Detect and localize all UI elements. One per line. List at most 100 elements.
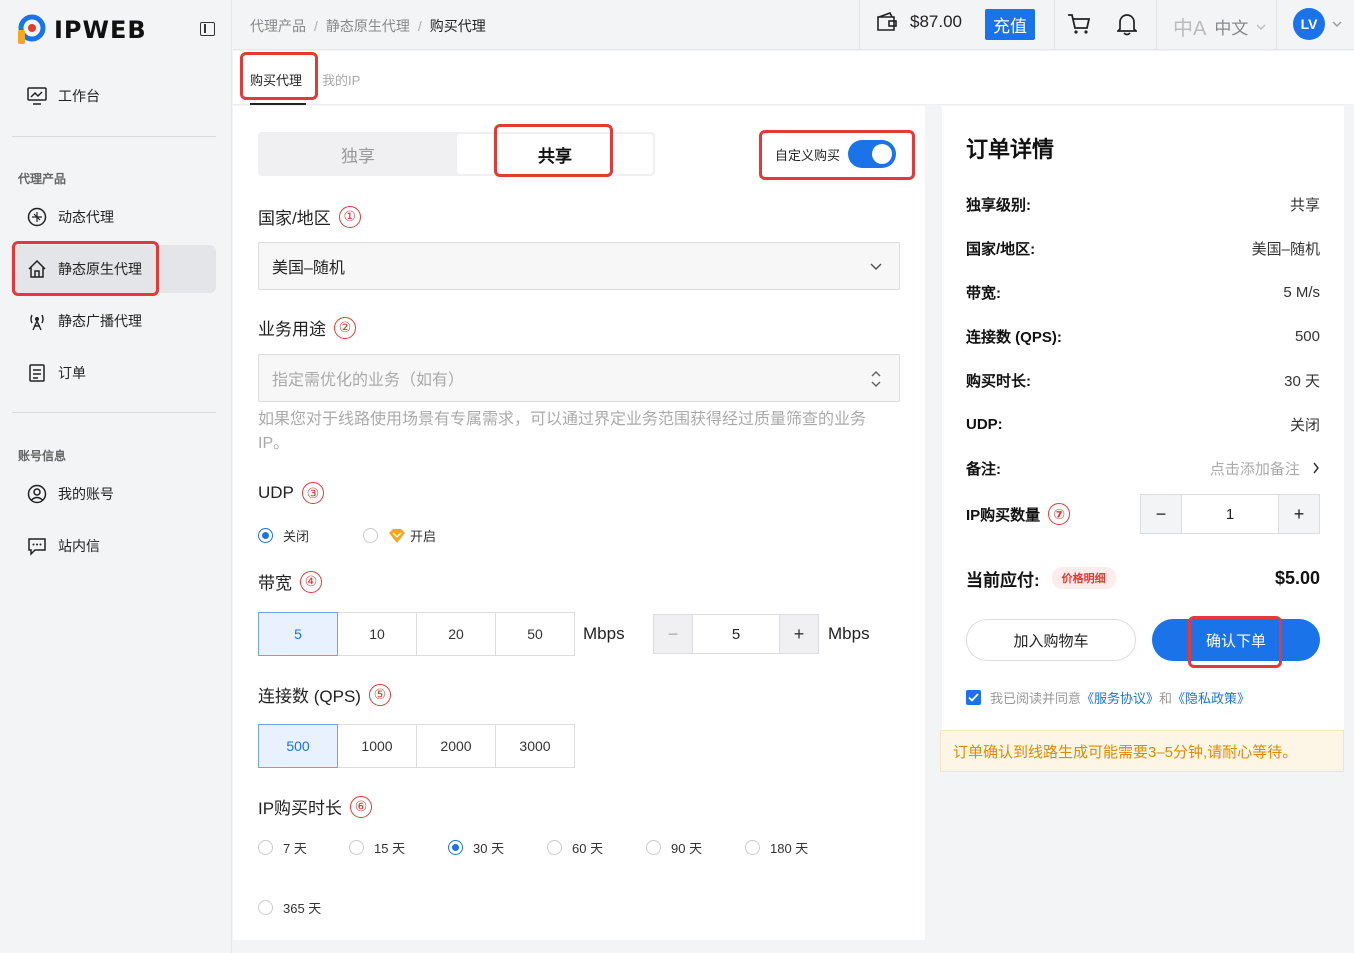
order-notice: 订单确认到线路生成可能需要3–5分钟,请耐心等待。 [940, 730, 1344, 772]
breadcrumb: 代理产品 / 静态原生代理 / 购买代理 [250, 18, 486, 34]
receipt-icon [26, 362, 48, 384]
custom-buy-switch[interactable] [848, 140, 897, 168]
duration-options: 7 天 15 天 30 天 60 天 90 天 180 天 [258, 838, 808, 857]
sidebar-item-dynamic-proxy[interactable]: 动态代理 [12, 193, 216, 241]
row-key: 国家/地区: [966, 240, 1036, 258]
sidebar-item-label: 我的账号 [58, 486, 114, 502]
balance-amount: $87.00 [910, 12, 962, 31]
diamond-icon [389, 528, 406, 543]
breadcrumb-item[interactable]: 代理产品 [250, 18, 306, 34]
tab-my-ip[interactable]: 我的IP [322, 70, 360, 89]
total-key: 当前应付: 价格明细 [966, 566, 1116, 591]
user-icon [26, 483, 48, 505]
sidebar-item-label: 站内信 [58, 538, 100, 554]
duration-radio[interactable] [547, 840, 562, 855]
bandwidth-options: 5 10 20 50 [258, 612, 575, 656]
quantity-decrement-button[interactable]: − [1140, 494, 1182, 534]
row-key: 连接数 (QPS): [966, 328, 1062, 346]
section-proxy-products: 代理产品 [18, 172, 67, 186]
duration-radio[interactable] [448, 840, 463, 855]
chevron-down-icon [1256, 24, 1266, 30]
collapse-sidebar-icon[interactable] [200, 22, 215, 36]
row-key: IP购买数量 ⑦ [966, 503, 1071, 525]
row-value: 共享 [1289, 196, 1320, 214]
translate-icon: 中A [1173, 18, 1207, 40]
duration-radio[interactable] [646, 840, 661, 855]
mode-segmented-control: 独享 共享 [258, 132, 655, 176]
cart-icon[interactable] [1067, 13, 1091, 35]
add-to-cart-button[interactable]: 加入购物车 [966, 619, 1136, 661]
price-detail-badge[interactable]: 价格明细 [1051, 567, 1116, 589]
row-key: 独享级别: [966, 196, 1031, 214]
mode-exclusive-button[interactable]: 独享 [260, 134, 456, 174]
country-label: 国家/地区 ① [258, 204, 361, 229]
bandwidth-increment-button[interactable]: + [779, 614, 819, 654]
recharge-button[interactable]: 充值 [985, 9, 1035, 40]
quantity-increment-button[interactable]: + [1278, 494, 1320, 534]
udp-on-radio[interactable] [363, 528, 379, 543]
qps-option[interactable]: 3000 [495, 724, 575, 768]
duration-radio[interactable] [258, 900, 273, 915]
duration-radio[interactable] [258, 840, 273, 855]
purchase-form: 独享 共享 自定义购买 国家/地区 ① 美国–随机 业务用途 ② 指定需优化的业务（… [233, 106, 925, 940]
chevron-down-icon[interactable] [1332, 21, 1342, 27]
qps-options: 500 1000 2000 3000 [258, 724, 575, 768]
sidebar-item-my-account[interactable]: 我的账号 [12, 470, 216, 518]
terms-link[interactable]: 《服务协议》 [1081, 688, 1159, 707]
duration-options-row2: 365 天 [258, 898, 321, 917]
bandwidth-custom-input[interactable]: 5 [693, 614, 779, 654]
qps-option[interactable]: 2000 [416, 724, 496, 768]
sidebar-item-static-native-proxy[interactable]: 静态原生代理 [12, 245, 216, 293]
row-key: 备注: [966, 460, 1001, 478]
globe-icon [26, 206, 48, 228]
row-key: 当前应付: [966, 570, 1040, 590]
breadcrumb-item[interactable]: 静态原生代理 [326, 18, 410, 34]
message-icon [26, 535, 48, 557]
sidebar-item-label: 订单 [58, 365, 86, 381]
label-text: 连接数 (QPS) [258, 687, 361, 706]
bandwidth-decrement-button[interactable]: − [653, 614, 693, 654]
sidebar-item-inbox[interactable]: 站内信 [12, 522, 216, 570]
topbar: 代理产品 / 静态原生代理 / 购买代理 $87.00 充值 中A 中文 LV [233, 0, 1354, 50]
agreement-checkbox[interactable] [966, 690, 981, 705]
duration-label: 180 天 [770, 841, 809, 856]
sidebar-item-workbench[interactable]: 工作台 [12, 72, 216, 120]
usage-hint: 如果您对于线路使用场景有专属需求，可以通过界定业务范围获得经过质量筛查的业务 I… [258, 411, 867, 452]
bandwidth-option[interactable]: 5 [258, 612, 338, 656]
qps-option[interactable]: 500 [258, 724, 338, 768]
qps-option[interactable]: 1000 [337, 724, 417, 768]
confirm-order-button[interactable]: 确认下单 [1152, 619, 1320, 661]
add-note-link[interactable]: 点击添加备注 [1210, 458, 1320, 479]
usage-placeholder: 指定需优化的业务（如有） [272, 372, 465, 389]
country-value: 美国–随机 [272, 260, 345, 277]
duration-radio[interactable] [349, 840, 364, 855]
wallet-icon [877, 12, 897, 31]
usage-select[interactable]: 指定需优化的业务（如有） [258, 354, 900, 402]
divider [1054, 0, 1055, 50]
tab-buy-proxy[interactable]: 购买代理 [250, 70, 302, 89]
label-text: UDP [258, 483, 294, 502]
privacy-link[interactable]: 《隐私政策》 [1172, 688, 1250, 707]
label-text: IP购买数量 [966, 506, 1041, 524]
logo[interactable]: IPWEB [12, 12, 147, 48]
country-select[interactable]: 美国–随机 [258, 242, 900, 290]
sidebar-item-orders[interactable]: 订单 [12, 349, 216, 397]
order-row-country: 国家/地区: 美国–随机 [966, 236, 1320, 260]
bandwidth-option[interactable]: 50 [495, 612, 575, 656]
sidebar-item-static-broadcast-proxy[interactable]: 静态广播代理 [12, 297, 216, 345]
order-row-quantity: IP购买数量 ⑦ [966, 502, 1146, 526]
quantity-input[interactable]: 1 [1182, 494, 1278, 534]
bandwidth-option[interactable]: 20 [416, 612, 496, 656]
bell-icon[interactable] [1117, 12, 1137, 36]
brand-name: IPWEB [54, 16, 147, 44]
language-label: 中文 [1214, 19, 1249, 38]
udp-off-radio[interactable] [258, 528, 273, 543]
mode-shared-button[interactable]: 共享 [457, 134, 653, 174]
bandwidth-option[interactable]: 10 [337, 612, 417, 656]
divider [1276, 0, 1277, 50]
language-selector[interactable]: 中A 中文 [1173, 12, 1266, 41]
step-number: ① [338, 205, 361, 228]
avatar[interactable]: LV [1293, 8, 1325, 40]
duration-radio[interactable] [745, 840, 760, 855]
order-row-total: 当前应付: 价格明细 $5.00 [966, 564, 1320, 592]
